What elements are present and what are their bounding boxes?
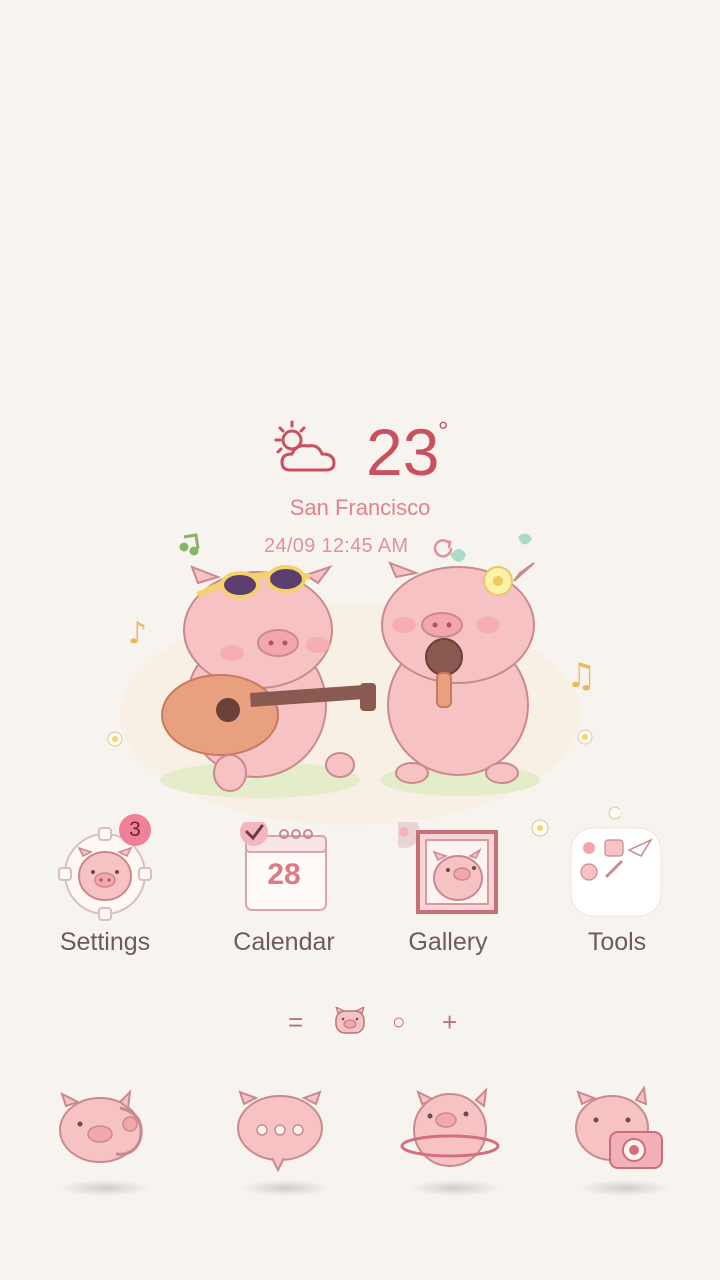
calendar-day: 28 (267, 858, 301, 891)
icon-shadow (60, 1180, 150, 1196)
dock-camera[interactable] (570, 1080, 680, 1196)
weather-widget[interactable]: 23 ° (0, 410, 720, 490)
tools-folder-icon (570, 827, 662, 917)
app-settings[interactable]: 3 Settings (30, 814, 180, 957)
page-list-indicator[interactable]: = (288, 1005, 303, 1039)
dock-phone[interactable] (50, 1080, 160, 1196)
app-label-gallery: Gallery (408, 928, 488, 956)
page-indicator[interactable]: = ○ + (280, 1005, 480, 1039)
partly-cloudy-icon (274, 420, 336, 472)
degree-symbol: ° (438, 416, 449, 446)
icon-shadow (580, 1180, 670, 1196)
pig-messages-icon (237, 1090, 323, 1173)
app-calendar[interactable]: 28 Calendar (209, 818, 359, 957)
city-name[interactable]: San Francisco (0, 495, 720, 521)
temperature: 23 (366, 415, 440, 489)
app-label-settings: Settings (59, 928, 151, 956)
dock-browser[interactable] (400, 1080, 510, 1196)
svg-text:♫: ♫ (566, 656, 596, 696)
singing-pig (381, 533, 535, 784)
svg-text:♪: ♪ (128, 616, 147, 651)
pig-home-icon[interactable] (334, 1007, 366, 1035)
app-label-calendar: Calendar (233, 928, 335, 956)
pig-photo-frame-icon (388, 816, 498, 914)
page-dot[interactable]: ○ (392, 1005, 405, 1039)
app-gallery[interactable]: Gallery (373, 816, 523, 957)
icon-shadow (240, 1180, 330, 1196)
pig-phone-icon (59, 1089, 143, 1163)
dock-messages[interactable] (230, 1080, 340, 1196)
pigs-illustration: ♪ ♫ (107, 533, 620, 837)
app-tools-folder[interactable]: Tools (542, 822, 692, 957)
icon-shadow (410, 1180, 500, 1196)
pig-planet-browser-icon (400, 1087, 500, 1167)
notification-badge: 3 (119, 814, 151, 846)
add-page-button[interactable]: + (442, 1005, 457, 1039)
app-label-tools: Tools (587, 928, 647, 956)
music-note-icon (179, 533, 200, 556)
pig-camera-icon (575, 1085, 663, 1169)
